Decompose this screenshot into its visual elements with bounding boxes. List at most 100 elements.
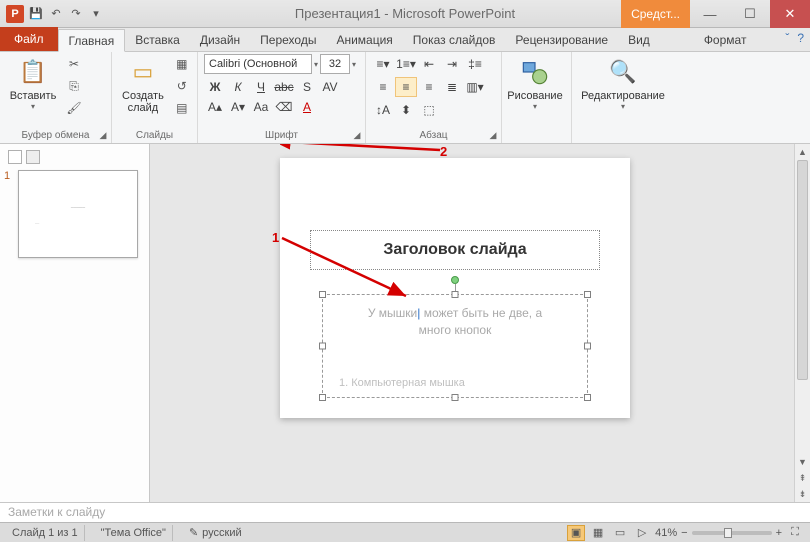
resize-handle-mr[interactable] [584, 343, 591, 350]
tab-design[interactable]: Дизайн [190, 28, 250, 51]
save-icon[interactable]: 💾 [28, 6, 44, 22]
align-right-button[interactable]: ≡ [418, 77, 440, 97]
help-icon[interactable]: ? [797, 31, 804, 45]
bullets-button[interactable]: ≡▾ [372, 54, 394, 74]
resize-handle-tr[interactable] [584, 291, 591, 298]
tab-slideshow[interactable]: Показ слайдов [403, 28, 506, 51]
title-placeholder[interactable]: Заголовок слайда [310, 230, 600, 270]
tab-review[interactable]: Рецензирование [505, 28, 618, 51]
minimize-button[interactable]: — [690, 0, 730, 28]
zoom-percent[interactable]: 41% [655, 527, 677, 539]
tab-format[interactable]: Формат [694, 28, 757, 51]
slides-tab-icon[interactable] [8, 150, 22, 164]
normal-view-icon[interactable]: ▣ [567, 525, 585, 541]
format-painter-icon[interactable]: 🖌 [64, 98, 84, 118]
reading-view-icon[interactable]: ▭ [611, 525, 629, 541]
contextual-tab[interactable]: Средст... [621, 0, 690, 28]
font-name-select[interactable]: Calibri (Основной [204, 54, 312, 74]
smartart-button[interactable]: ⬚ [418, 100, 440, 120]
new-slide-button[interactable]: ▭ Создать слайд [118, 54, 168, 116]
zoom-out-icon[interactable]: − [681, 527, 687, 539]
spellcheck-icon: ✎ [189, 526, 198, 539]
scroll-down-icon[interactable]: ▼ [795, 454, 810, 470]
align-center-button[interactable]: ≡ [395, 77, 417, 97]
next-slide-icon[interactable]: ⇟ [795, 486, 810, 502]
tab-animation[interactable]: Анимация [326, 28, 402, 51]
undo-icon[interactable]: ↶ [48, 6, 64, 22]
zoom-slider[interactable] [692, 531, 772, 535]
slide-canvas[interactable]: Заголовок слайда У мышки| может быть не … [280, 158, 630, 418]
fit-window-icon[interactable]: ⛶ [786, 525, 804, 541]
resize-handle-tl[interactable] [319, 291, 326, 298]
font-dialog-launcher[interactable]: ◢ [351, 129, 363, 141]
justify-button[interactable]: ≣ [441, 77, 463, 97]
scroll-up-icon[interactable]: ▲ [795, 144, 810, 160]
change-case-button[interactable]: Aa [250, 97, 272, 117]
line-spacing-button[interactable]: ‡≡ [464, 54, 486, 74]
cut-icon[interactable]: ✂ [64, 54, 84, 74]
vertical-scrollbar[interactable]: ▲ ▼ ⇞ ⇟ [794, 144, 810, 502]
maximize-button[interactable]: ☐ [730, 0, 770, 28]
paragraph-dialog-launcher[interactable]: ◢ [487, 129, 499, 141]
tab-view[interactable]: Вид [618, 28, 660, 51]
status-language[interactable]: ✎ русский [183, 525, 248, 541]
clipboard-icon: 📋 [17, 56, 49, 88]
copy-icon[interactable]: ⎘ [64, 76, 84, 96]
tab-home[interactable]: Главная [58, 29, 126, 52]
resize-handle-br[interactable] [584, 394, 591, 401]
resize-handle-bl[interactable] [319, 394, 326, 401]
zoom-in-icon[interactable]: + [776, 527, 782, 539]
minimize-ribbon-icon[interactable]: ˇ [785, 31, 789, 45]
file-tab[interactable]: Файл [0, 27, 58, 51]
shrink-font-button[interactable]: A▾ [227, 97, 249, 117]
close-button[interactable]: ✕ [770, 0, 810, 28]
char-spacing-button[interactable]: AV [319, 77, 341, 97]
tab-insert[interactable]: Вставка [125, 28, 190, 51]
thumbnail-preview[interactable]: ───── ── [18, 170, 138, 258]
increase-indent-button[interactable]: ⇥ [441, 54, 463, 74]
tab-transitions[interactable]: Переходы [250, 28, 326, 51]
font-size-select[interactable]: 32 [320, 54, 350, 74]
sorter-view-icon[interactable]: ▦ [589, 525, 607, 541]
clipboard-dialog-launcher[interactable]: ◢ [97, 129, 109, 141]
strikethrough-button[interactable]: abc [273, 77, 295, 97]
italic-button[interactable]: К [227, 77, 249, 97]
content-text[interactable]: У мышки| может быть не две, а много кноп… [323, 295, 587, 349]
slide-editor[interactable]: Заголовок слайда У мышки| может быть не … [150, 144, 810, 502]
align-left-button[interactable]: ≡ [372, 77, 394, 97]
clear-format-button[interactable]: ⌫ [273, 97, 295, 117]
prev-slide-icon[interactable]: ⇞ [795, 470, 810, 486]
redo-icon[interactable]: ↷ [68, 6, 84, 22]
align-text-button[interactable]: ⬍ [395, 100, 417, 120]
columns-button[interactable]: ▥▾ [464, 77, 486, 97]
section-icon[interactable]: ▤ [172, 98, 192, 118]
shadow-button[interactable]: S [296, 77, 318, 97]
outline-tab-icon[interactable] [26, 150, 40, 164]
notes-pane[interactable]: Заметки к слайду [0, 502, 810, 522]
decrease-indent-button[interactable]: ⇤ [418, 54, 440, 74]
grow-font-button[interactable]: A▴ [204, 97, 226, 117]
resize-handle-bm[interactable] [452, 394, 459, 401]
reset-icon[interactable]: ↺ [172, 76, 192, 96]
zoom-slider-thumb[interactable] [724, 528, 732, 538]
group-font: Calibri (Основной ▾ 32 ▾ Ж К Ч abc S AV … [198, 52, 366, 143]
numbering-button[interactable]: 1≡▾ [395, 54, 417, 74]
qat-dropdown-icon[interactable]: ▾ [88, 6, 104, 22]
font-color-button[interactable]: A [296, 97, 318, 117]
paste-button[interactable]: 📋 Вставить ▾ [6, 54, 60, 113]
rotation-handle[interactable] [451, 276, 459, 284]
bold-button[interactable]: Ж [204, 77, 226, 97]
editing-button[interactable]: 🔍 Редактирование ▾ [578, 54, 668, 113]
scroll-thumb[interactable] [797, 160, 808, 380]
underline-button[interactable]: Ч [250, 77, 272, 97]
editing-label: Редактирование [581, 90, 665, 102]
slideshow-view-icon[interactable]: ▷ [633, 525, 651, 541]
content-placeholder[interactable]: У мышки| может быть не две, а много кноп… [322, 294, 588, 398]
thumbnail-item[interactable]: 1 ───── ── [4, 170, 145, 258]
resize-handle-tm[interactable] [452, 291, 459, 298]
layout-icon[interactable]: ▦ [172, 54, 192, 74]
text-direction-button[interactable]: ↕A [372, 100, 394, 120]
resize-handle-ml[interactable] [319, 343, 326, 350]
drawing-button[interactable]: Рисование ▾ [508, 54, 562, 113]
paste-label: Вставить [10, 90, 57, 102]
